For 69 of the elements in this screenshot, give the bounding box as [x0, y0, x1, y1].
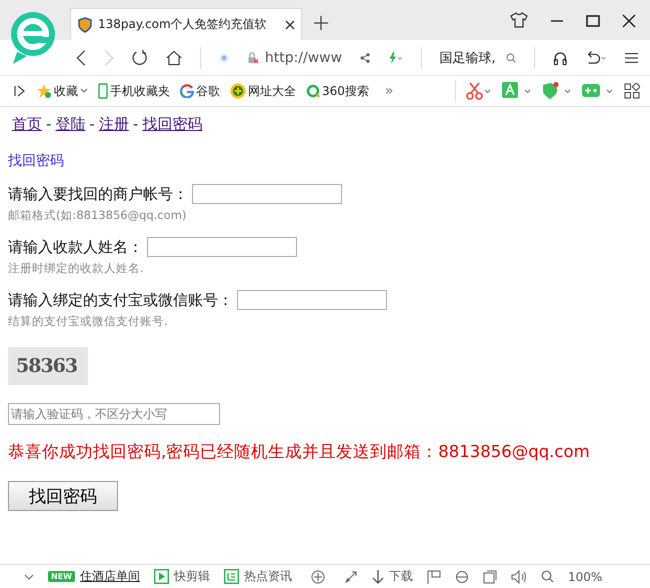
bookmark-item[interactable]: 360搜索 [306, 82, 369, 100]
field-label: 请输入要找回的商户帐号： [8, 184, 188, 204]
new-badge: NEW [48, 571, 75, 582]
phone-icon [98, 83, 108, 99]
search-field[interactable]: 国足输球, [440, 48, 496, 66]
zoom-level[interactable]: 100% [568, 570, 602, 584]
scissors-icon[interactable] [466, 82, 492, 100]
bookmark-item[interactable]: 手机收藏夹 [98, 82, 170, 100]
shield-icon[interactable] [542, 82, 572, 100]
nav-link[interactable]: 登陆 [55, 115, 86, 134]
download-icon [372, 570, 384, 584]
nav-link[interactable]: 注册 [98, 115, 129, 134]
field-label: 请输入绑定的支付宝或微信账号： [8, 290, 233, 310]
input-field[interactable] [192, 184, 342, 204]
flag-icon[interactable] [426, 570, 441, 584]
zoom-icon[interactable] [540, 570, 554, 583]
chevron-down-icon[interactable] [24, 572, 34, 580]
captcha-input-field[interactable]: 请输入验证码，不区分大小写 [8, 403, 220, 425]
nav-separator: - [89, 115, 95, 134]
nav-link[interactable]: 首页 [12, 115, 42, 134]
window-icon[interactable] [482, 570, 497, 584]
close-icon[interactable] [285, 20, 295, 30]
apps-icon[interactable] [624, 83, 640, 99]
success-message: 恭喜你成功找回密码,密码已经随机生成并且发送到邮箱：8813856@qq.com [8, 441, 591, 463]
plus-circle-icon [230, 83, 246, 99]
star-icon [36, 83, 52, 99]
field-hint: 结算的支付宝或微信支付账号. [8, 314, 169, 329]
status-item[interactable]: 下载 [372, 568, 413, 585]
lock-icon[interactable] [247, 50, 259, 66]
status-item[interactable]: 快剪辑 [154, 568, 210, 585]
captcha-image[interactable]: 58363 [8, 347, 88, 385]
tab-title: 138pay.com个人免签约充值软 [98, 16, 268, 33]
circle-icon[interactable] [454, 570, 469, 584]
input-field[interactable] [147, 237, 297, 257]
nav-separator: - [132, 115, 138, 134]
play-icon [154, 569, 169, 584]
browser-tab[interactable]: 138pay.com个人免签约充值软 [70, 8, 302, 40]
google-icon [180, 84, 194, 98]
field-label: 请输入收款人姓名： [8, 238, 143, 256]
news-icon [224, 569, 239, 584]
field-hint: 注册时绑定的收款人姓名. [8, 261, 145, 276]
arrow-icon[interactable] [344, 570, 358, 584]
close-icon[interactable] [622, 14, 636, 28]
sidebar-toggle-icon[interactable] [14, 85, 26, 97]
ring-icon [306, 84, 320, 98]
address-field[interactable]: http://www [264, 50, 342, 66]
new-tab-icon[interactable] [314, 16, 328, 30]
nav-separator: - [46, 115, 52, 134]
lightning-icon[interactable] [388, 50, 403, 66]
maximize-icon[interactable] [586, 14, 600, 28]
nav-link[interactable]: 找回密码 [142, 115, 202, 134]
caret-icon [80, 88, 88, 94]
shirt-icon[interactable] [510, 12, 528, 28]
field-hint: 邮箱格式(如:8813856@qq.com) [8, 208, 188, 223]
status-item[interactable]: NEW 住酒店单间 [48, 568, 140, 585]
target-icon [219, 50, 230, 64]
plus-circle-icon[interactable] [310, 570, 325, 584]
input-field[interactable] [237, 290, 387, 310]
shield-icon [77, 16, 93, 32]
bookmark-item[interactable]: 收藏 [36, 82, 88, 100]
search-icon[interactable] [506, 50, 516, 64]
status-item[interactable]: 热点资讯 [224, 568, 358, 585]
recover-password-button[interactable]: 找回密码 [8, 481, 118, 511]
bookmark-item[interactable]: 网址大全 [230, 82, 296, 100]
more-bookmarks-button[interactable]: » [384, 83, 394, 99]
share-icon[interactable] [360, 50, 370, 64]
bookmark-item[interactable]: 谷歌 [180, 82, 220, 100]
speaker-icon[interactable] [510, 570, 527, 584]
page-heading: 找回密码 [8, 152, 65, 170]
